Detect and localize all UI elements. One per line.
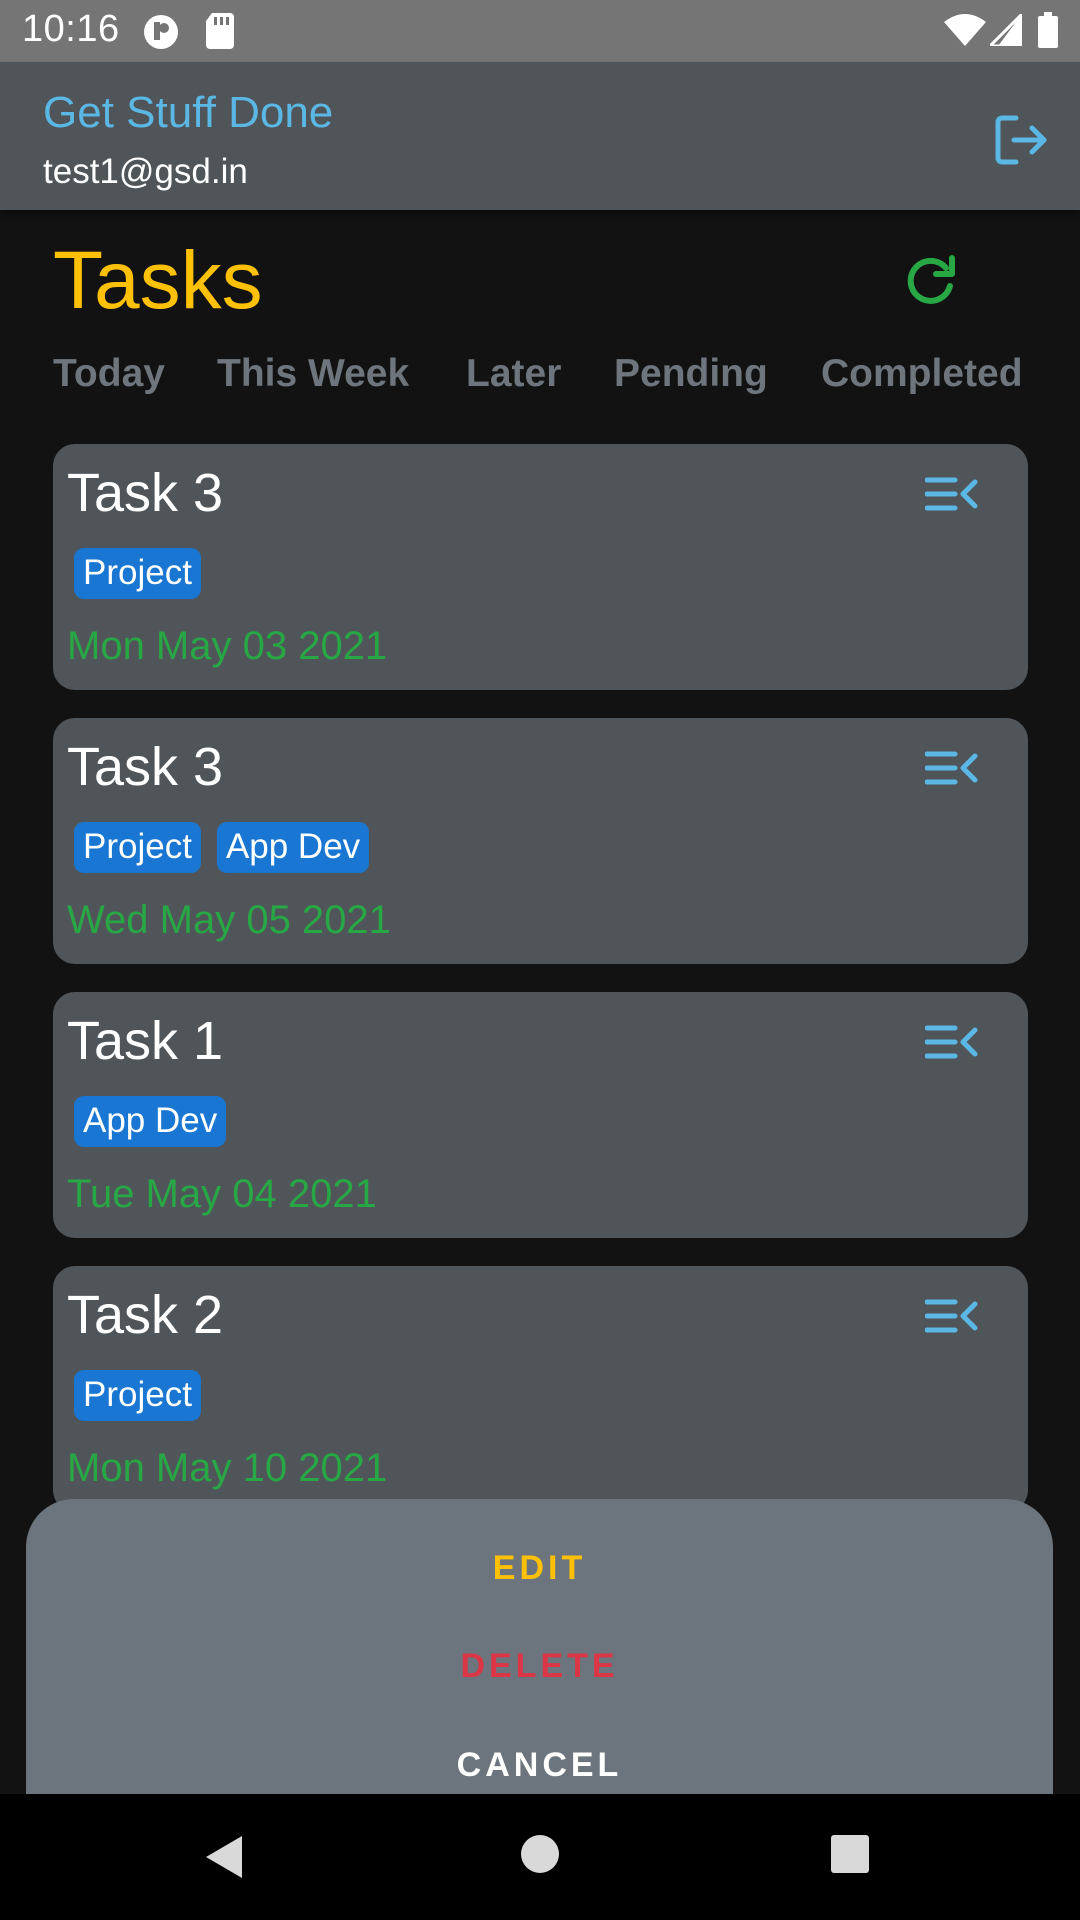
task-date: Tue May 04 2021 xyxy=(67,1172,377,1216)
back-button[interactable] xyxy=(204,1834,244,1885)
tab-pending[interactable]: Pending xyxy=(614,352,768,396)
recents-button[interactable] xyxy=(830,1834,870,1879)
tag-badge: App Dev xyxy=(216,822,370,873)
logout-button[interactable] xyxy=(992,110,1052,170)
cancel-button[interactable]: CANCEL xyxy=(26,1746,1053,1785)
tab-this-week[interactable]: This Week xyxy=(217,352,409,396)
recents-icon xyxy=(831,1835,869,1873)
task-options-button[interactable] xyxy=(924,748,979,788)
options-menu-icon xyxy=(924,1299,978,1333)
home-icon xyxy=(521,1835,559,1873)
tag-badge: Project xyxy=(74,548,201,599)
task-date: Wed May 05 2021 xyxy=(67,898,391,942)
options-menu-icon xyxy=(924,1025,978,1059)
tab-later[interactable]: Later xyxy=(466,352,561,396)
tag-badge: App Dev xyxy=(74,1096,227,1147)
notification-icon xyxy=(142,13,180,56)
tag-badge: Project xyxy=(74,1370,201,1421)
refresh-button[interactable] xyxy=(902,252,960,310)
tag-list: Project xyxy=(74,1370,201,1421)
tag-badge: Project xyxy=(74,822,201,873)
task-options-button[interactable] xyxy=(924,1296,979,1336)
task-options-button[interactable] xyxy=(924,474,979,514)
task-title: Task 3 xyxy=(67,737,224,797)
task-card[interactable]: Task 1 App Dev Tue May 04 2021 xyxy=(53,992,1028,1238)
task-title: Task 1 xyxy=(67,1011,224,1071)
tag-list: Project xyxy=(74,548,201,599)
logout-icon xyxy=(995,115,1047,165)
tab-today[interactable]: Today xyxy=(53,352,165,396)
delete-button[interactable]: DELETE xyxy=(26,1647,1053,1686)
tag-list: Project App Dev xyxy=(74,822,370,873)
home-button[interactable] xyxy=(520,1834,560,1879)
task-card[interactable]: Task 3 Project App Dev Wed May 05 2021 xyxy=(53,718,1028,964)
task-card[interactable]: Task 2 Project Mon May 10 2021 xyxy=(53,1266,1028,1512)
task-options-button[interactable] xyxy=(924,1022,979,1062)
battery-icon xyxy=(1038,12,1058,53)
tab-completed[interactable]: Completed xyxy=(821,352,1023,396)
task-date: Mon May 03 2021 xyxy=(67,624,388,668)
refresh-icon xyxy=(907,255,955,304)
options-menu-icon xyxy=(924,477,978,511)
back-icon xyxy=(206,1836,242,1878)
app-title: Get Stuff Done xyxy=(43,88,334,137)
status-time: 10:16 xyxy=(22,8,120,50)
task-date: Mon May 10 2021 xyxy=(67,1446,388,1490)
user-email: test1@gsd.in xyxy=(43,152,248,191)
wifi-icon xyxy=(944,14,986,51)
edit-button[interactable]: EDIT xyxy=(26,1549,1053,1588)
tab-bar: Today This Week Later Pending Completed xyxy=(0,352,1080,404)
page-title: Tasks xyxy=(53,235,263,326)
tag-list: App Dev xyxy=(74,1096,227,1147)
status-bar: 10:16 xyxy=(0,0,1080,62)
sd-card-icon xyxy=(206,13,234,54)
task-title: Task 3 xyxy=(67,463,224,523)
task-card[interactable]: Task 3 Project Mon May 03 2021 xyxy=(53,444,1028,690)
signal-icon xyxy=(986,10,1024,51)
action-sheet: EDIT DELETE CANCEL xyxy=(26,1499,1053,1794)
navigation-bar xyxy=(0,1794,1080,1920)
options-menu-icon xyxy=(924,751,978,785)
task-title: Task 2 xyxy=(67,1285,224,1345)
app-bar: Get Stuff Done test1@gsd.in xyxy=(0,62,1080,210)
